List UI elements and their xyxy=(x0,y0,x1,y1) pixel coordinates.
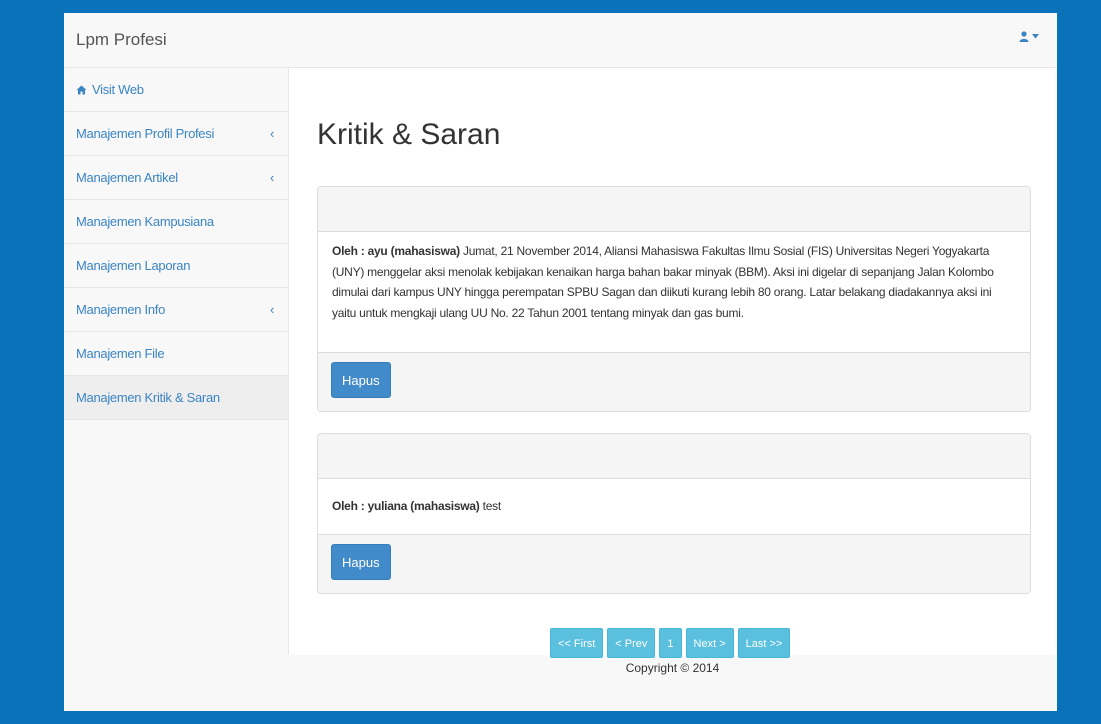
entry-author: Oleh : ayu (mahasiswa) xyxy=(332,244,460,258)
sidebar-item-profil-profesi[interactable]: Manajemen Profil Profesi ‹ xyxy=(64,112,288,156)
sidebar-item-label: Manajemen Kritik & Saran xyxy=(76,390,220,405)
pagination: << First < Prev 1 Next > Last >> xyxy=(550,628,791,658)
user-icon xyxy=(1019,31,1029,42)
panel-heading xyxy=(318,187,1030,232)
sidebar-item-label: Manajemen Info xyxy=(76,302,166,317)
sidebar-item-info[interactable]: Manajemen Info ‹ xyxy=(64,288,288,332)
pagination-next[interactable]: Next > xyxy=(685,628,734,658)
sidebar-item-kritik-saran[interactable]: Manajemen Kritik & Saran xyxy=(64,376,288,420)
panel-body: Oleh : ayu (mahasiswa) Jumat, 21 Novembe… xyxy=(318,232,1030,352)
chevron-left-icon: ‹ xyxy=(269,302,274,317)
sidebar-item-label: Visit Web xyxy=(92,82,144,97)
sidebar: Visit Web Manajemen Profil Profesi ‹ Man… xyxy=(64,68,288,428)
sidebar-item-label: Manajemen Laporan xyxy=(76,258,191,273)
sidebar-item-label: Manajemen File xyxy=(76,346,165,361)
sidebar-item-visit-web[interactable]: Visit Web xyxy=(64,68,288,112)
user-menu[interactable] xyxy=(1019,31,1039,42)
pagination-first[interactable]: << First xyxy=(550,628,604,658)
feedback-panel: Oleh : yuliana (mahasiswa) test Hapus xyxy=(317,433,1031,594)
panel-body: Oleh : yuliana (mahasiswa) test xyxy=(318,479,1030,534)
app-window: Lpm Profesi Visit Web Manajemen Profil P… xyxy=(64,13,1057,711)
entry-text: test xyxy=(482,499,502,513)
caret-down-icon xyxy=(1032,34,1039,39)
sidebar-item-label: Manajemen Profil Profesi xyxy=(76,126,215,141)
home-icon xyxy=(76,69,87,113)
chevron-left-icon: ‹ xyxy=(269,126,274,141)
panel-heading xyxy=(318,434,1030,479)
chevron-left-icon: ‹ xyxy=(269,170,274,185)
pagination-prev[interactable]: < Prev xyxy=(607,628,656,658)
pagination-page[interactable]: 1 xyxy=(659,628,682,658)
feedback-panel: Oleh : ayu (mahasiswa) Jumat, 21 Novembe… xyxy=(317,186,1031,412)
page-title: Kritik & Saran xyxy=(317,118,501,151)
panel-footer: Hapus xyxy=(318,352,1030,411)
sidebar-item-file[interactable]: Manajemen File xyxy=(64,332,288,376)
sidebar-item-laporan[interactable]: Manajemen Laporan xyxy=(64,244,288,288)
pagination-last[interactable]: Last >> xyxy=(737,628,791,658)
sidebar-item-label: Manajemen Kampusiana xyxy=(76,214,214,229)
footer-copyright: Copyright © 2014 xyxy=(625,661,720,675)
top-navbar: Lpm Profesi xyxy=(64,13,1057,68)
sidebar-item-kampusiana[interactable]: Manajemen Kampusiana xyxy=(64,200,288,244)
main-content: Kritik & Saran Oleh : ayu (mahasiswa) Ju… xyxy=(288,68,1057,658)
sidebar-item-label: Manajemen Artikel xyxy=(76,170,178,185)
delete-button[interactable]: Hapus xyxy=(331,362,391,398)
sidebar-item-artikel[interactable]: Manajemen Artikel ‹ xyxy=(64,156,288,200)
brand-title[interactable]: Lpm Profesi xyxy=(76,30,167,50)
delete-button[interactable]: Hapus xyxy=(331,544,391,580)
entry-author: Oleh : yuliana (mahasiswa) xyxy=(332,499,480,513)
panel-footer: Hapus xyxy=(318,534,1030,593)
